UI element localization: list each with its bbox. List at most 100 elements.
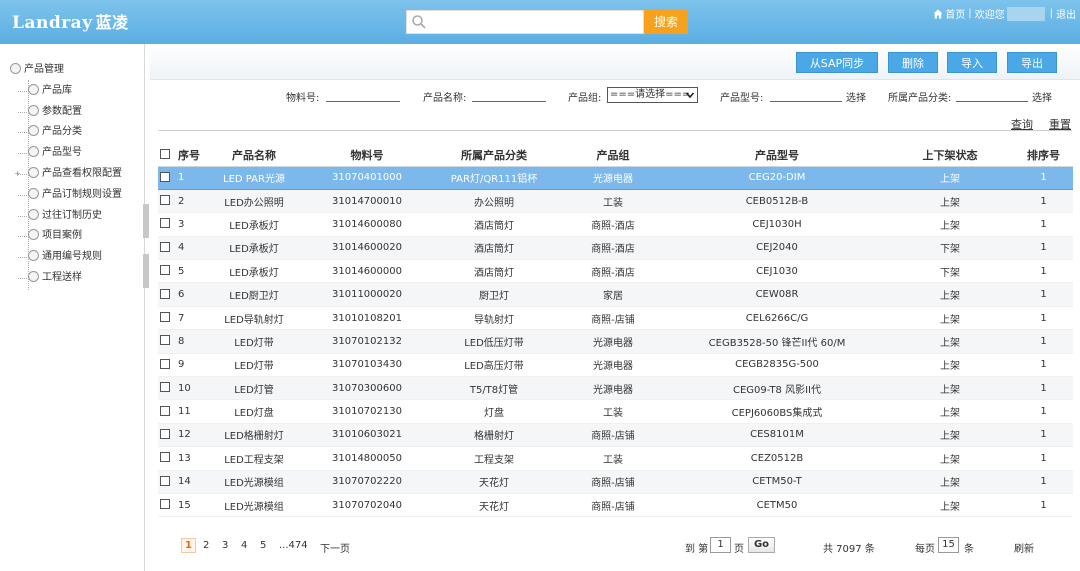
row-checkbox[interactable] <box>158 306 174 331</box>
category-input[interactable] <box>956 101 1028 102</box>
checkbox[interactable] <box>160 171 170 182</box>
checkbox[interactable] <box>160 405 170 416</box>
checkbox[interactable] <box>160 195 170 206</box>
checkbox[interactable] <box>160 335 170 346</box>
checkbox[interactable] <box>160 428 170 439</box>
table-row[interactable]: 9 LED灯带 31070103430 LED高压灯带 光源电器 CEGB2835G-50… <box>158 353 1073 378</box>
row-checkbox[interactable] <box>158 189 174 214</box>
table-row[interactable]: 10 LED灯管 31070300600 T5/T8灯管 光源电器 CEG09-T8 风影… <box>158 376 1073 401</box>
row-checkbox[interactable] <box>158 446 174 471</box>
sidebar-item-numbering-rules[interactable]: 通用编号规则 <box>10 247 122 268</box>
tree-root[interactable]: 产品管理 <box>10 60 122 81</box>
row-checkbox[interactable] <box>158 259 174 284</box>
row-checkbox[interactable] <box>158 282 174 307</box>
row-checkbox[interactable] <box>158 236 174 261</box>
table-row[interactable]: 7 LED导轨射灯 31010108201 导轨射灯 商照-店铺 CEL6266C/G 上架… <box>158 306 1073 331</box>
row-checkbox[interactable] <box>158 329 174 354</box>
cell-group: 商照-店铺 <box>558 493 668 518</box>
cell-group: 商照-店铺 <box>558 423 668 448</box>
checkbox[interactable] <box>160 288 170 299</box>
category-select-link[interactable]: 选择 <box>1032 89 1052 104</box>
table-row[interactable]: 14 LED光源模组 31070702220 天花灯 商照-店铺 CETM50-T 上架 1 <box>158 470 1073 494</box>
sidebar-item-label: 通用编号规则 <box>42 251 102 263</box>
row-checkbox[interactable] <box>158 376 174 401</box>
cell-category: 灯盘 <box>430 399 558 424</box>
checkbox[interactable] <box>160 499 170 510</box>
search-button[interactable]: 搜索 <box>644 10 688 34</box>
sidebar-item-custom-history[interactable]: 过往订制历史 <box>10 206 122 227</box>
row-checkbox[interactable] <box>158 423 174 448</box>
col-model: 产品型号 <box>668 144 886 167</box>
sidebar-item-custom-rules[interactable]: 产品订制规则设置 <box>10 185 122 206</box>
table-row[interactable]: 8 LED灯带 31070102132 LED低压灯带 光源电器 CEGB3528-50 … <box>158 329 1073 354</box>
table-row[interactable]: 3 LED承板灯 31014600080 酒店筒灯 商照-酒店 CEJ1030H 上架 1 <box>158 212 1073 237</box>
sidebar-item-product-library[interactable]: 产品库 <box>10 81 122 102</box>
row-checkbox[interactable] <box>158 470 174 494</box>
material-no-input[interactable] <box>326 101 400 102</box>
product-name-input[interactable] <box>472 101 546 102</box>
go-button[interactable]: Go <box>748 537 775 553</box>
export-button[interactable]: 导出 <box>1007 52 1057 73</box>
checkbox[interactable] <box>160 358 170 369</box>
next-page-link[interactable]: 下一页 <box>320 540 350 555</box>
sidebar-item-product-category[interactable]: 产品分类 <box>10 122 122 143</box>
expand-icon[interactable]: + <box>14 169 21 178</box>
cell-model: CEZ0512B <box>668 446 886 471</box>
cell-name: LED厨卫灯 <box>204 282 304 307</box>
welcome-text: 欢迎您 <box>974 10 1005 21</box>
checkbox[interactable] <box>160 241 170 252</box>
sidebar-item-label: 工程送样 <box>42 271 82 283</box>
node-icon <box>28 187 39 199</box>
table-row[interactable]: 12 LED格栅射灯 31010603021 格栅射灯 商照-店铺 CES8101M 上架 1 <box>158 423 1073 448</box>
table-row[interactable]: 4 LED承板灯 31014600020 酒店筒灯 商照-酒店 CEJ2040 下架 1 <box>158 236 1073 261</box>
table-row[interactable]: 13 LED工程支架 31014800050 工程支架 工装 CEZ0512B 上架 1 <box>158 446 1073 471</box>
search-input[interactable] <box>431 13 641 31</box>
checkbox[interactable] <box>160 452 170 463</box>
product-model-select-link[interactable]: 选择 <box>846 89 866 104</box>
per-page-input[interactable]: 15 <box>938 537 959 553</box>
product-model-input[interactable] <box>770 101 842 102</box>
cell-status: 上架 <box>886 329 1014 354</box>
row-checkbox[interactable] <box>158 399 174 424</box>
sidebar-collapse-handle[interactable] <box>143 254 149 288</box>
sidebar-item-param-config[interactable]: 参数配置 <box>10 102 122 123</box>
refresh-link[interactable]: 刷新 <box>1014 540 1034 555</box>
page-4[interactable]: 4 <box>241 540 247 551</box>
cell-sort: 1 <box>1014 423 1073 448</box>
table-row[interactable]: 2 LED办公照明 31014700010 办公照明 工装 CEB0512B-B 上架 1 <box>158 189 1073 214</box>
checkbox[interactable] <box>160 218 170 229</box>
home-link[interactable]: 首页 <box>945 6 965 21</box>
node-icon <box>28 83 39 95</box>
checkbox[interactable] <box>160 475 170 486</box>
row-checkbox[interactable] <box>158 212 174 237</box>
checkbox[interactable] <box>160 382 170 393</box>
logout-link[interactable]: 退出 <box>1056 6 1076 21</box>
page-last[interactable]: ...474 <box>279 540 308 551</box>
row-checkbox[interactable] <box>158 493 174 518</box>
sidebar-item-view-permission[interactable]: + 产品查看权限配置 <box>10 164 122 185</box>
product-group-select[interactable]: ===请选择=== <box>607 87 698 103</box>
checkbox[interactable] <box>160 265 170 276</box>
table-row[interactable]: 6 LED厨卫灯 31011000020 厨卫灯 家居 CEW08R 上架 1 <box>158 282 1073 307</box>
row-checkbox[interactable] <box>158 353 174 378</box>
sidebar-item-project-cases[interactable]: 项目案例 <box>10 226 122 247</box>
page-3[interactable]: 3 <box>222 540 228 551</box>
sync-sap-button[interactable]: 从SAP同步 <box>796 52 878 73</box>
goto-page-input[interactable]: 1 <box>710 537 731 553</box>
select-all-checkbox[interactable] <box>158 144 174 167</box>
sidebar-item-samples[interactable]: 工程送样 <box>10 268 122 289</box>
sidebar-collapse-handle[interactable] <box>143 204 149 238</box>
table-row[interactable]: 1 LED PAR光源 31070401000 PAR灯/QR111铝杯 光源电器 CEG… <box>158 166 1073 190</box>
table-row[interactable]: 15 LED光源模组 31070702040 天花灯 商照-店铺 CETM50 上架 1 <box>158 493 1073 518</box>
import-button[interactable]: 导入 <box>947 52 997 73</box>
table-row[interactable]: 11 LED灯盘 31010702130 灯盘 工装 CEPJ6060BS集成式 上架 1 <box>158 399 1073 424</box>
page-5[interactable]: 5 <box>260 540 266 551</box>
table-row[interactable]: 5 LED承板灯 31014600000 酒店筒灯 商照-酒店 CEJ1030 下架 1 <box>158 259 1073 284</box>
page-2[interactable]: 2 <box>203 540 209 551</box>
cell-model: CEB0512B-B <box>668 189 886 214</box>
row-checkbox[interactable] <box>158 166 174 190</box>
sidebar-item-product-model[interactable]: 产品型号 <box>10 143 122 164</box>
page-1[interactable]: 1 <box>181 538 196 553</box>
delete-button[interactable]: 删除 <box>888 52 938 73</box>
checkbox[interactable] <box>160 312 170 323</box>
